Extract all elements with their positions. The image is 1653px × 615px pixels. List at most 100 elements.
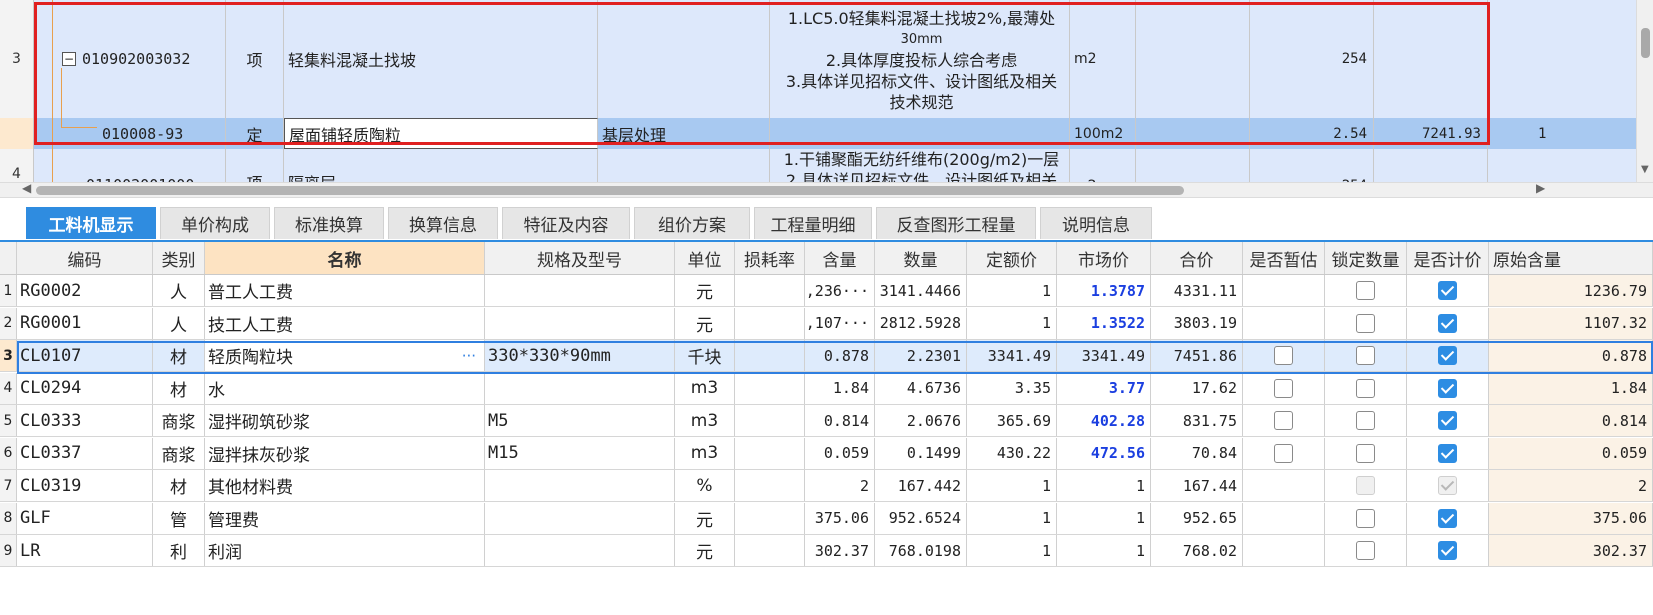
quota-price-cell[interactable]: 3341.49: [967, 340, 1057, 371]
checkbox-icon[interactable]: [1356, 411, 1375, 430]
priced-checkbox[interactable]: [1407, 275, 1489, 306]
tab-quantity-detail[interactable]: 工程量明细: [754, 207, 872, 239]
loss-rate-cell[interactable]: [735, 307, 805, 339]
name-cell[interactable]: 利润: [205, 535, 485, 566]
lock-qty-checkbox[interactable]: [1325, 275, 1407, 306]
loss-rate-cell[interactable]: [735, 535, 805, 566]
loss-rate-cell[interactable]: [735, 275, 805, 306]
name-cell[interactable]: 湿拌砌筑砂浆: [205, 405, 485, 436]
loss-rate-cell[interactable]: [735, 340, 805, 371]
col-total-price[interactable]: 合价: [1151, 242, 1243, 274]
lock-qty-checkbox[interactable]: [1325, 502, 1407, 534]
spec-cell[interactable]: [485, 535, 675, 566]
priced-checkbox[interactable]: [1407, 405, 1489, 436]
name-cell[interactable]: 技工人工费: [205, 307, 485, 339]
bill-row-3[interactable]: 3 − 010902003032 项 轻集料混凝土找坡 1.LC5.0轻集料混凝…: [0, 0, 1636, 119]
priced-checkbox[interactable]: [1407, 372, 1489, 404]
lock-qty-checkbox[interactable]: [1325, 340, 1407, 371]
provisional-checkbox[interactable]: [1243, 437, 1325, 469]
tab-notes[interactable]: 说明信息: [1040, 207, 1152, 239]
market-price-cell[interactable]: 1: [1057, 535, 1151, 566]
provisional-checkbox[interactable]: [1243, 307, 1325, 339]
ellipsis-icon[interactable]: ···: [462, 347, 476, 365]
total-price-cell[interactable]: 3803.19: [1151, 307, 1243, 339]
provisional-checkbox[interactable]: [1243, 405, 1325, 436]
quota-price-cell[interactable]: 1: [967, 502, 1057, 534]
code-cell[interactable]: CL0319: [17, 470, 153, 501]
name-cell[interactable]: 湿拌抹灰砂浆: [205, 437, 485, 469]
code-cell[interactable]: RG0001: [17, 307, 153, 339]
quota-subrow[interactable]: 010008-93 定 屋面铺轻质陶粒 基层处理 100m2 2.54 7241…: [0, 118, 1636, 150]
total-price-cell[interactable]: 70.84: [1151, 437, 1243, 469]
tab-graphic-quantity[interactable]: 反查图形工程量: [876, 207, 1036, 239]
original-content-cell[interactable]: 0.878: [1489, 340, 1653, 371]
checkbox-icon[interactable]: [1274, 378, 1293, 398]
content-cell[interactable]: 1.84: [805, 372, 875, 404]
col-spec[interactable]: 规格及型号: [485, 242, 675, 274]
quantity-cell[interactable]: 768.0198: [875, 535, 967, 566]
original-content-cell[interactable]: 302.37: [1489, 535, 1653, 566]
quota-price-cell[interactable]: 1: [967, 535, 1057, 566]
priced-checkbox[interactable]: [1407, 470, 1489, 501]
loss-rate-cell[interactable]: [735, 470, 805, 501]
lock-qty-checkbox[interactable]: [1325, 405, 1407, 436]
table-row[interactable]: 1RG0002人普工人工费元1,236···3141.446611.378743…: [0, 275, 1653, 307]
vertical-scrollbar[interactable]: ▼: [1636, 0, 1653, 182]
checkbox-icon[interactable]: [1274, 443, 1293, 463]
quantity-cell[interactable]: 254: [1250, 149, 1374, 182]
col-lock-qty[interactable]: 锁定数量: [1325, 242, 1407, 274]
sub-name-input[interactable]: 屋面铺轻质陶粒: [284, 118, 598, 149]
loss-rate-cell[interactable]: [735, 502, 805, 534]
quota-price-cell[interactable]: 1: [967, 275, 1057, 306]
original-content-cell[interactable]: 1.84: [1489, 372, 1653, 404]
horizontal-scrollbar[interactable]: ◀ ▶: [0, 181, 1653, 198]
checkbox-icon[interactable]: [1438, 508, 1457, 528]
checkbox-icon[interactable]: [1438, 443, 1457, 463]
quantity-cell[interactable]: 167.442: [875, 470, 967, 501]
quantity-cell[interactable]: 4.6736: [875, 372, 967, 404]
name-cell[interactable]: 管理费: [205, 502, 485, 534]
total-price-cell[interactable]: 17.62: [1151, 372, 1243, 404]
sub-spec-cell[interactable]: 基层处理: [598, 118, 770, 149]
tab-labor-material-machine[interactable]: 工料机显示: [26, 207, 156, 239]
checkbox-icon[interactable]: [1274, 411, 1293, 430]
quantity-cell[interactable]: 2812.5928: [875, 307, 967, 339]
checkbox-icon[interactable]: [1356, 541, 1375, 560]
provisional-checkbox[interactable]: [1243, 535, 1325, 566]
col-code[interactable]: 编码: [17, 242, 153, 274]
quantity-cell[interactable]: 2.0676: [875, 405, 967, 436]
provisional-checkbox[interactable]: [1243, 502, 1325, 534]
total-price-cell[interactable]: 768.02: [1151, 535, 1243, 566]
lock-qty-checkbox[interactable]: [1325, 437, 1407, 469]
col-unit[interactable]: 单位: [675, 242, 735, 274]
col-loss-rate[interactable]: 损耗率: [735, 242, 805, 274]
market-price-cell[interactable]: 402.28: [1057, 405, 1151, 436]
bill-row-4[interactable]: 4 011002001000 项 隔离层 1.干铺聚酯无纺纤维布(200g/m2…: [0, 149, 1636, 182]
checkbox-icon[interactable]: [1356, 346, 1375, 365]
total-price-cell[interactable]: 831.75: [1151, 405, 1243, 436]
checkbox-icon[interactable]: [1438, 378, 1457, 398]
code-cell[interactable]: LR: [17, 535, 153, 566]
sub-code-cell[interactable]: 010008-93: [34, 118, 226, 149]
tab-pricing-plan[interactable]: 组价方案: [634, 207, 750, 239]
content-cell[interactable]: 302.37: [805, 535, 875, 566]
checkbox-icon[interactable]: [1438, 346, 1457, 365]
content-cell[interactable]: 1,107···: [805, 307, 875, 339]
quota-price-cell[interactable]: 1: [967, 470, 1057, 501]
col-market-price[interactable]: 市场价: [1057, 242, 1151, 274]
total-price-cell[interactable]: 167.44: [1151, 470, 1243, 501]
loss-rate-cell[interactable]: [735, 372, 805, 404]
priced-checkbox[interactable]: [1407, 340, 1489, 371]
market-price-cell[interactable]: 472.56: [1057, 437, 1151, 469]
col-quantity[interactable]: 数量: [875, 242, 967, 274]
tab-standard-conversion[interactable]: 标准换算: [274, 207, 384, 239]
spec-cell[interactable]: 330*330*90mm: [485, 340, 675, 371]
spec-cell[interactable]: [485, 502, 675, 534]
table-row[interactable]: 7 CL0319 材其他材料费% 2 167.442 1 1 167.44 2: [0, 470, 1653, 502]
quantity-cell[interactable]: 952.6524: [875, 502, 967, 534]
code-cell[interactable]: CL0337: [17, 437, 153, 469]
content-cell[interactable]: 1,236···: [805, 275, 875, 306]
table-row[interactable]: 3 CL0107 材轻质陶粒块 ··· 330*330*90mm 千块 0.878 2.230…: [0, 340, 1653, 372]
name-cell[interactable]: 轻集料混凝土找坡: [284, 0, 598, 118]
market-price-cell[interactable]: 1: [1057, 470, 1151, 501]
